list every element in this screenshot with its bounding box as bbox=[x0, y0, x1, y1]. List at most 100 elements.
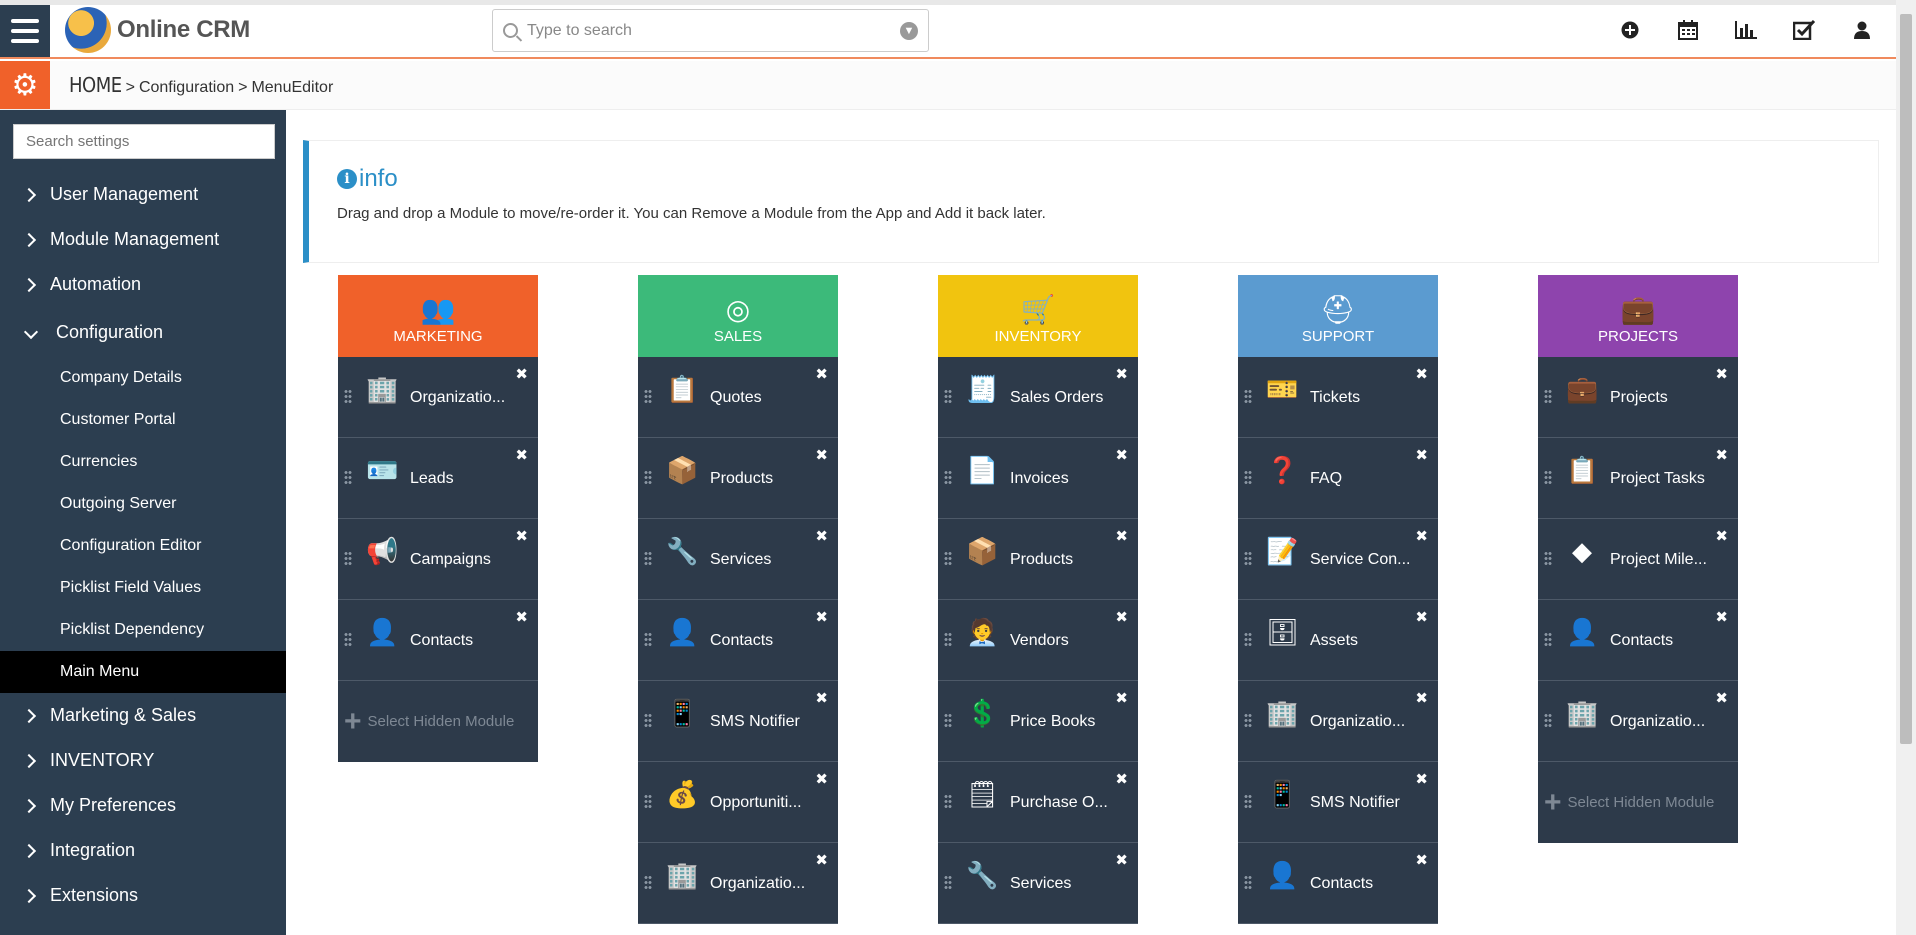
calendar-icon[interactable] bbox=[1674, 18, 1702, 42]
drag-handle-icon[interactable] bbox=[644, 875, 652, 891]
module-tile[interactable]: 📦 Products ✖ bbox=[638, 438, 838, 519]
module-tile[interactable]: 🗄 Assets ✖ bbox=[1238, 600, 1438, 681]
module-tile[interactable]: 📱 SMS Notifier ✖ bbox=[1238, 762, 1438, 843]
remove-module-icon[interactable]: ✖ bbox=[815, 365, 828, 383]
remove-module-icon[interactable]: ✖ bbox=[815, 770, 828, 788]
module-tile[interactable]: 🧑‍💼 Vendors ✖ bbox=[938, 600, 1138, 681]
sidebar-subitem-configuration-editor[interactable]: Configuration Editor bbox=[0, 525, 286, 567]
drag-handle-icon[interactable] bbox=[1244, 551, 1252, 567]
reports-icon[interactable] bbox=[1732, 18, 1760, 42]
remove-module-icon[interactable]: ✖ bbox=[515, 527, 528, 545]
module-tile[interactable]: 🪪 Leads ✖ bbox=[338, 438, 538, 519]
sidebar-item-automation[interactable]: Automation bbox=[0, 262, 286, 307]
breadcrumb-configuration[interactable]: Configuration bbox=[139, 79, 234, 97]
drag-handle-icon[interactable] bbox=[1544, 470, 1552, 486]
remove-module-icon[interactable]: ✖ bbox=[1415, 608, 1428, 626]
sidebar-item-extensions[interactable]: Extensions bbox=[0, 873, 286, 918]
sidebar-subitem-picklist-dependency[interactable]: Picklist Dependency bbox=[0, 609, 286, 651]
module-tile[interactable]: 📋 Quotes ✖ bbox=[638, 357, 838, 438]
column-header-projects[interactable]: 💼 PROJECTS bbox=[1538, 275, 1738, 357]
sidebar-item-integration[interactable]: Integration bbox=[0, 828, 286, 873]
remove-module-icon[interactable]: ✖ bbox=[1415, 446, 1428, 464]
remove-module-icon[interactable]: ✖ bbox=[1115, 365, 1128, 383]
module-tile[interactable]: 👤 Contacts ✖ bbox=[338, 600, 538, 681]
drag-handle-icon[interactable] bbox=[1244, 713, 1252, 729]
remove-module-icon[interactable]: ✖ bbox=[1115, 446, 1128, 464]
drag-handle-icon[interactable] bbox=[1244, 632, 1252, 648]
sidebar-item-configuration[interactable]: Configuration bbox=[0, 307, 286, 357]
drag-handle-icon[interactable] bbox=[944, 632, 952, 648]
remove-module-icon[interactable]: ✖ bbox=[1715, 446, 1728, 464]
drag-handle-icon[interactable] bbox=[344, 551, 352, 567]
sidebar-subitem-currencies[interactable]: Currencies bbox=[0, 441, 286, 483]
drag-handle-icon[interactable] bbox=[944, 551, 952, 567]
module-tile[interactable]: ◆ Project Mile... ✖ bbox=[1538, 519, 1738, 600]
module-tile[interactable]: 🗒 Purchase O... ✖ bbox=[938, 762, 1138, 843]
remove-module-icon[interactable]: ✖ bbox=[815, 851, 828, 869]
remove-module-icon[interactable]: ✖ bbox=[1415, 851, 1428, 869]
sidebar-subitem-customer-portal[interactable]: Customer Portal bbox=[0, 399, 286, 441]
module-tile[interactable]: 🏢 Organizatio... ✖ bbox=[1538, 681, 1738, 762]
column-header-marketing[interactable]: 👥 MARKETING bbox=[338, 275, 538, 357]
drag-handle-icon[interactable] bbox=[944, 875, 952, 891]
module-tile[interactable]: 💼 Projects ✖ bbox=[1538, 357, 1738, 438]
sidebar-item-marketing-sales[interactable]: Marketing & Sales bbox=[0, 693, 286, 738]
drag-handle-icon[interactable] bbox=[944, 389, 952, 405]
sidebar-item-user-management[interactable]: User Management bbox=[0, 172, 286, 217]
remove-module-icon[interactable]: ✖ bbox=[1415, 770, 1428, 788]
add-icon[interactable] bbox=[1616, 18, 1644, 42]
remove-module-icon[interactable]: ✖ bbox=[1715, 527, 1728, 545]
drag-handle-icon[interactable] bbox=[1544, 551, 1552, 567]
drag-handle-icon[interactable] bbox=[644, 470, 652, 486]
remove-module-icon[interactable]: ✖ bbox=[1715, 365, 1728, 383]
remove-module-icon[interactable]: ✖ bbox=[1415, 365, 1428, 383]
hamburger-menu-icon[interactable] bbox=[0, 5, 50, 57]
remove-module-icon[interactable]: ✖ bbox=[515, 608, 528, 626]
drag-handle-icon[interactable] bbox=[1244, 389, 1252, 405]
sidebar-subitem-main-menu[interactable]: Main Menu bbox=[0, 651, 286, 693]
drag-handle-icon[interactable] bbox=[644, 632, 652, 648]
module-tile[interactable]: ❓ FAQ ✖ bbox=[1238, 438, 1438, 519]
module-tile[interactable]: 👤 Contacts ✖ bbox=[1238, 843, 1438, 924]
page-scrollbar[interactable] bbox=[1896, 0, 1916, 935]
user-icon[interactable] bbox=[1848, 18, 1876, 42]
remove-module-icon[interactable]: ✖ bbox=[515, 446, 528, 464]
module-tile[interactable]: 🔧 Services ✖ bbox=[638, 519, 838, 600]
module-tile[interactable]: 🧾 Sales Orders ✖ bbox=[938, 357, 1138, 438]
breadcrumb-home[interactable]: HOME bbox=[69, 73, 122, 97]
remove-module-icon[interactable]: ✖ bbox=[1415, 527, 1428, 545]
module-tile[interactable]: 💰 Opportuniti... ✖ bbox=[638, 762, 838, 843]
remove-module-icon[interactable]: ✖ bbox=[1115, 689, 1128, 707]
remove-module-icon[interactable]: ✖ bbox=[815, 689, 828, 707]
drag-handle-icon[interactable] bbox=[1244, 875, 1252, 891]
remove-module-icon[interactable]: ✖ bbox=[1715, 608, 1728, 626]
module-tile[interactable]: 📝 Service Con... ✖ bbox=[1238, 519, 1438, 600]
drag-handle-icon[interactable] bbox=[944, 794, 952, 810]
app-logo[interactable]: Online CRM bbox=[65, 7, 250, 53]
remove-module-icon[interactable]: ✖ bbox=[1115, 851, 1128, 869]
drag-handle-icon[interactable] bbox=[644, 794, 652, 810]
column-header-inventory[interactable]: 🛒 INVENTORY bbox=[938, 275, 1138, 357]
column-header-sales[interactable]: ◎ SALES bbox=[638, 275, 838, 357]
module-tile[interactable]: 👤 Contacts ✖ bbox=[1538, 600, 1738, 681]
remove-module-icon[interactable]: ✖ bbox=[1115, 770, 1128, 788]
select-hidden-module-button[interactable]: + Select Hidden Module bbox=[1538, 762, 1738, 843]
remove-module-icon[interactable]: ✖ bbox=[1715, 689, 1728, 707]
module-tile[interactable]: 🏢 Organizatio... ✖ bbox=[1238, 681, 1438, 762]
drag-handle-icon[interactable] bbox=[1244, 794, 1252, 810]
settings-search-input[interactable] bbox=[13, 124, 275, 159]
remove-module-icon[interactable]: ✖ bbox=[515, 365, 528, 383]
drag-handle-icon[interactable] bbox=[1544, 632, 1552, 648]
sidebar-subitem-company-details[interactable]: Company Details bbox=[0, 357, 286, 399]
drag-handle-icon[interactable] bbox=[644, 713, 652, 729]
remove-module-icon[interactable]: ✖ bbox=[815, 608, 828, 626]
sidebar-item-my-preferences[interactable]: My Preferences bbox=[0, 783, 286, 828]
module-tile[interactable]: 📱 SMS Notifier ✖ bbox=[638, 681, 838, 762]
module-tile[interactable]: 👤 Contacts ✖ bbox=[638, 600, 838, 681]
module-tile[interactable]: 🎫 Tickets ✖ bbox=[1238, 357, 1438, 438]
drag-handle-icon[interactable] bbox=[344, 470, 352, 486]
drag-handle-icon[interactable] bbox=[644, 389, 652, 405]
sidebar-item-module-management[interactable]: Module Management bbox=[0, 217, 286, 262]
drag-handle-icon[interactable] bbox=[1544, 389, 1552, 405]
remove-module-icon[interactable]: ✖ bbox=[815, 527, 828, 545]
